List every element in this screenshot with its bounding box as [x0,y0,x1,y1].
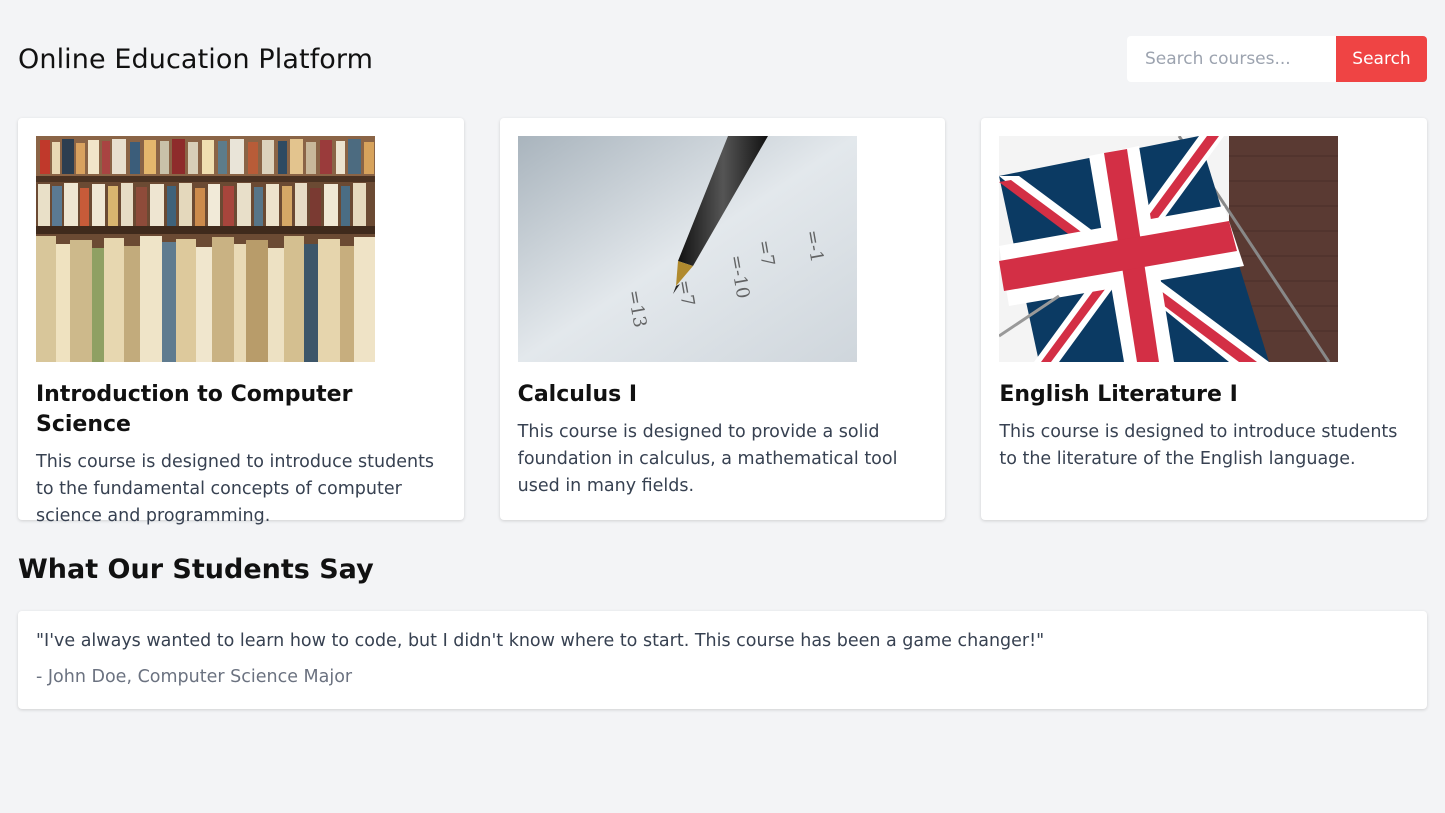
course-cards: Introduction to Computer Science This co… [18,118,1428,526]
course-title[interactable]: English Literature I [999,380,1409,410]
course-title[interactable]: Introduction to Computer Science [36,380,446,440]
testimonials-heading: What Our Students Say [18,554,374,585]
search-button[interactable]: Search [1336,36,1427,82]
search-input[interactable] [1127,36,1336,82]
page-header: Online Education Platform Search [18,36,1427,82]
testimonial-quote: "I've always wanted to learn how to code… [36,631,1045,651]
union-jack-flag-image [999,136,1339,362]
course-description: This course is designed to introduce stu… [999,422,1398,469]
course-card[interactable]: =13 =7 =-10 =7 =-1 Calculus I This cours… [499,118,946,520]
pen-on-math-paper-image: =13 =7 =-10 =7 =-1 [517,136,857,362]
course-card[interactable]: Introduction to Computer Science This co… [18,118,464,526]
bookshelf-image [36,136,375,362]
course-description: This course is designed to introduce stu… [36,452,435,526]
course-title[interactable]: Calculus I [518,380,928,410]
testimonial-card: "I've always wanted to learn how to code… [18,611,1427,709]
course-description: This course is designed to provide a sol… [517,422,898,496]
search-form: Search [1127,36,1427,82]
testimonial-author: - John Doe, Computer Science Major [36,667,353,687]
site-title: Online Education Platform [18,43,374,75]
course-card[interactable]: English Literature I This course is desi… [981,118,1428,520]
